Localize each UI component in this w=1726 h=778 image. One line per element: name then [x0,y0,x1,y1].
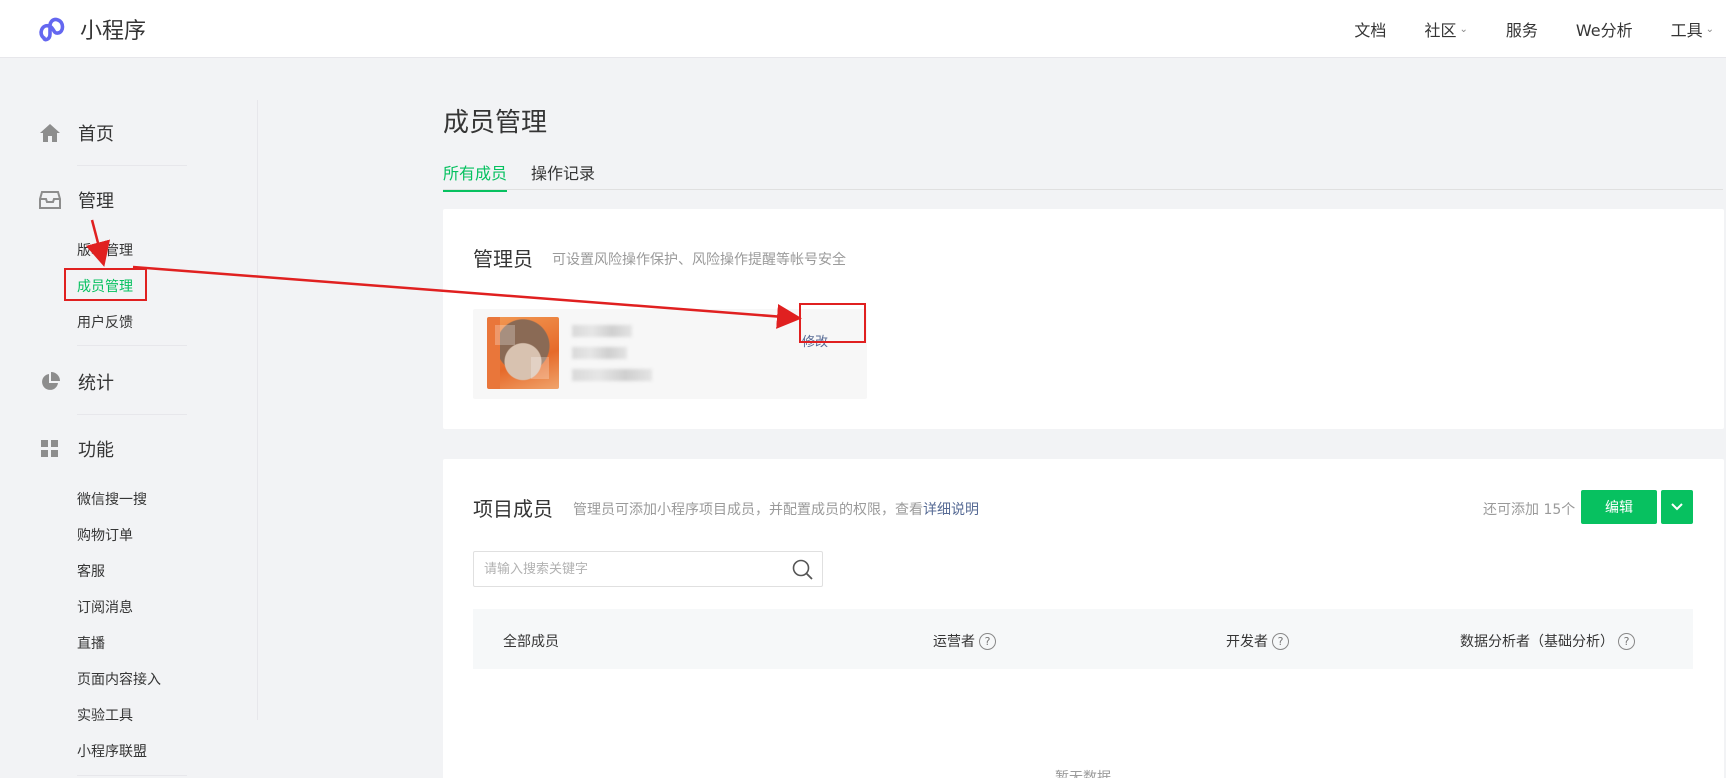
admin-date-blurred [572,369,652,381]
top-nav: 文档 社区 ⌄ 服务 We分析 工具 ⌄ [1354,0,1726,58]
annotation-highlight-box [64,268,147,301]
app-logo[interactable]: 小程序 [38,13,146,45]
members-card-desc-text: 管理员可添加小程序项目成员，并配置成员的权限，查看 [573,502,923,518]
sidebar-divider [77,345,187,346]
admin-name-blurred [572,325,632,337]
edit-button[interactable]: 编辑 [1581,490,1657,524]
sidebar-item-features[interactable]: 功能 [38,436,114,462]
home-icon [38,121,62,145]
sidebar-divider [257,100,258,720]
members-table-header: 全部成员 运营者? 开发者? 数据分析者（基础分析）? [473,609,1693,669]
members-card-title: 项目成员 [473,497,553,521]
page-title: 成员管理 [443,108,548,138]
help-icon[interactable]: ? [1618,632,1635,650]
chevron-down-icon: ⌄ [1705,23,1714,35]
grid-icon [38,437,62,461]
sidebar-divider [77,414,187,415]
sidebar-features-label: 功能 [78,440,114,461]
column-all-members[interactable]: 全部成员 [503,631,559,651]
member-search [473,551,823,587]
tab-all-members[interactable]: 所有成员 [443,160,508,192]
tab-operation-log[interactable]: 操作记录 [531,160,595,190]
members-card: 项目成员 管理员可添加小程序项目成员，并配置成员的权限，查看详细说明 还可添加 … [443,459,1724,778]
admin-card-title: 管理员 [473,247,533,271]
sidebar-home-label: 首页 [78,124,114,145]
sidebar-item-customer-service[interactable]: 客服 [77,561,105,581]
help-icon[interactable]: ? [1272,632,1289,650]
admin-card-desc: 可设置风险操作保护、风险操作提醒等帐号安全 [552,252,846,268]
members-card-desc: 管理员可添加小程序项目成员，并配置成员的权限，查看详细说明 [573,499,979,519]
sidebar-item-subscribe-messages[interactable]: 订阅消息 [77,597,133,617]
sidebar-item-page-content[interactable]: 页面内容接入 [77,669,161,689]
nav-we-analytics[interactable]: We分析 [1576,17,1633,41]
sidebar-item-wechat-search[interactable]: 微信搜一搜 [77,489,147,509]
sidebar-divider [77,165,187,166]
sidebar-item-version-management[interactable]: 版本管理 [77,240,133,260]
edit-dropdown-button[interactable] [1661,490,1693,524]
admin-wechat-blurred [572,347,627,359]
nav-services-label: 服务 [1505,21,1538,40]
column-operators-label: 运营者 [933,634,975,650]
sidebar-item-home[interactable]: 首页 [38,120,114,146]
sidebar-item-live[interactable]: 直播 [77,633,105,653]
nav-tools[interactable]: 工具 ⌄ [1671,17,1714,41]
sidebar-item-shopping-orders[interactable]: 购物订单 [77,525,133,545]
column-developers: 开发者? [1226,631,1289,651]
nav-tools-label: 工具 [1670,21,1703,40]
nav-docs[interactable]: 文档 [1354,17,1386,41]
column-data-analysts-label: 数据分析者（基础分析） [1460,634,1614,650]
nav-services[interactable]: 服务 [1506,17,1538,41]
app-name: 小程序 [80,19,147,44]
tab-bar: 所有成员 操作记录 [443,160,1723,192]
empty-state-text: 暂无数据 [1055,770,1111,778]
miniprogram-logo-icon [39,17,65,42]
admin-card: 管理员 可设置风险操作保护、风险操作提醒等帐号安全 修改 [443,209,1724,429]
sidebar-divider [77,775,187,776]
inbox-icon [38,188,62,212]
column-all-members-label: 全部成员 [503,634,559,650]
search-input[interactable] [474,552,774,586]
nav-docs-label: 文档 [1354,21,1387,40]
column-developers-label: 开发者 [1226,634,1268,650]
admin-avatar [487,317,559,389]
nav-we-analytics-label: We分析 [1575,21,1633,40]
sidebar-item-manage[interactable]: 管理 [38,187,114,213]
sidebar-item-experiment-tools[interactable]: 实验工具 [77,705,133,725]
sidebar-item-user-feedback[interactable]: 用户反馈 [77,312,133,332]
chevron-down-icon: ⌄ [1459,23,1468,35]
sidebar-stats-label: 统计 [78,373,114,394]
pie-chart-icon [38,370,62,394]
nav-community-label: 社区 [1424,21,1457,40]
top-bar: 小程序 文档 社区 ⌄ 服务 We分析 工具 ⌄ [0,0,1726,58]
member-quota: 还可添加 15个 [1483,502,1576,518]
column-data-analysts: 数据分析者（基础分析）? [1460,631,1635,651]
sidebar-item-stats[interactable]: 统计 [38,369,114,395]
sidebar-item-miniprogram-alliance[interactable]: 小程序联盟 [77,741,147,761]
help-icon[interactable]: ? [979,632,996,650]
details-link[interactable]: 详细说明 [923,502,979,518]
sidebar-manage-label: 管理 [78,191,114,212]
column-operators: 运营者? [933,631,996,651]
nav-community[interactable]: 社区 ⌄ [1424,17,1467,41]
search-icon[interactable] [792,559,814,585]
annotation-highlight-box [799,303,866,343]
chevron-down-icon [1671,503,1683,511]
